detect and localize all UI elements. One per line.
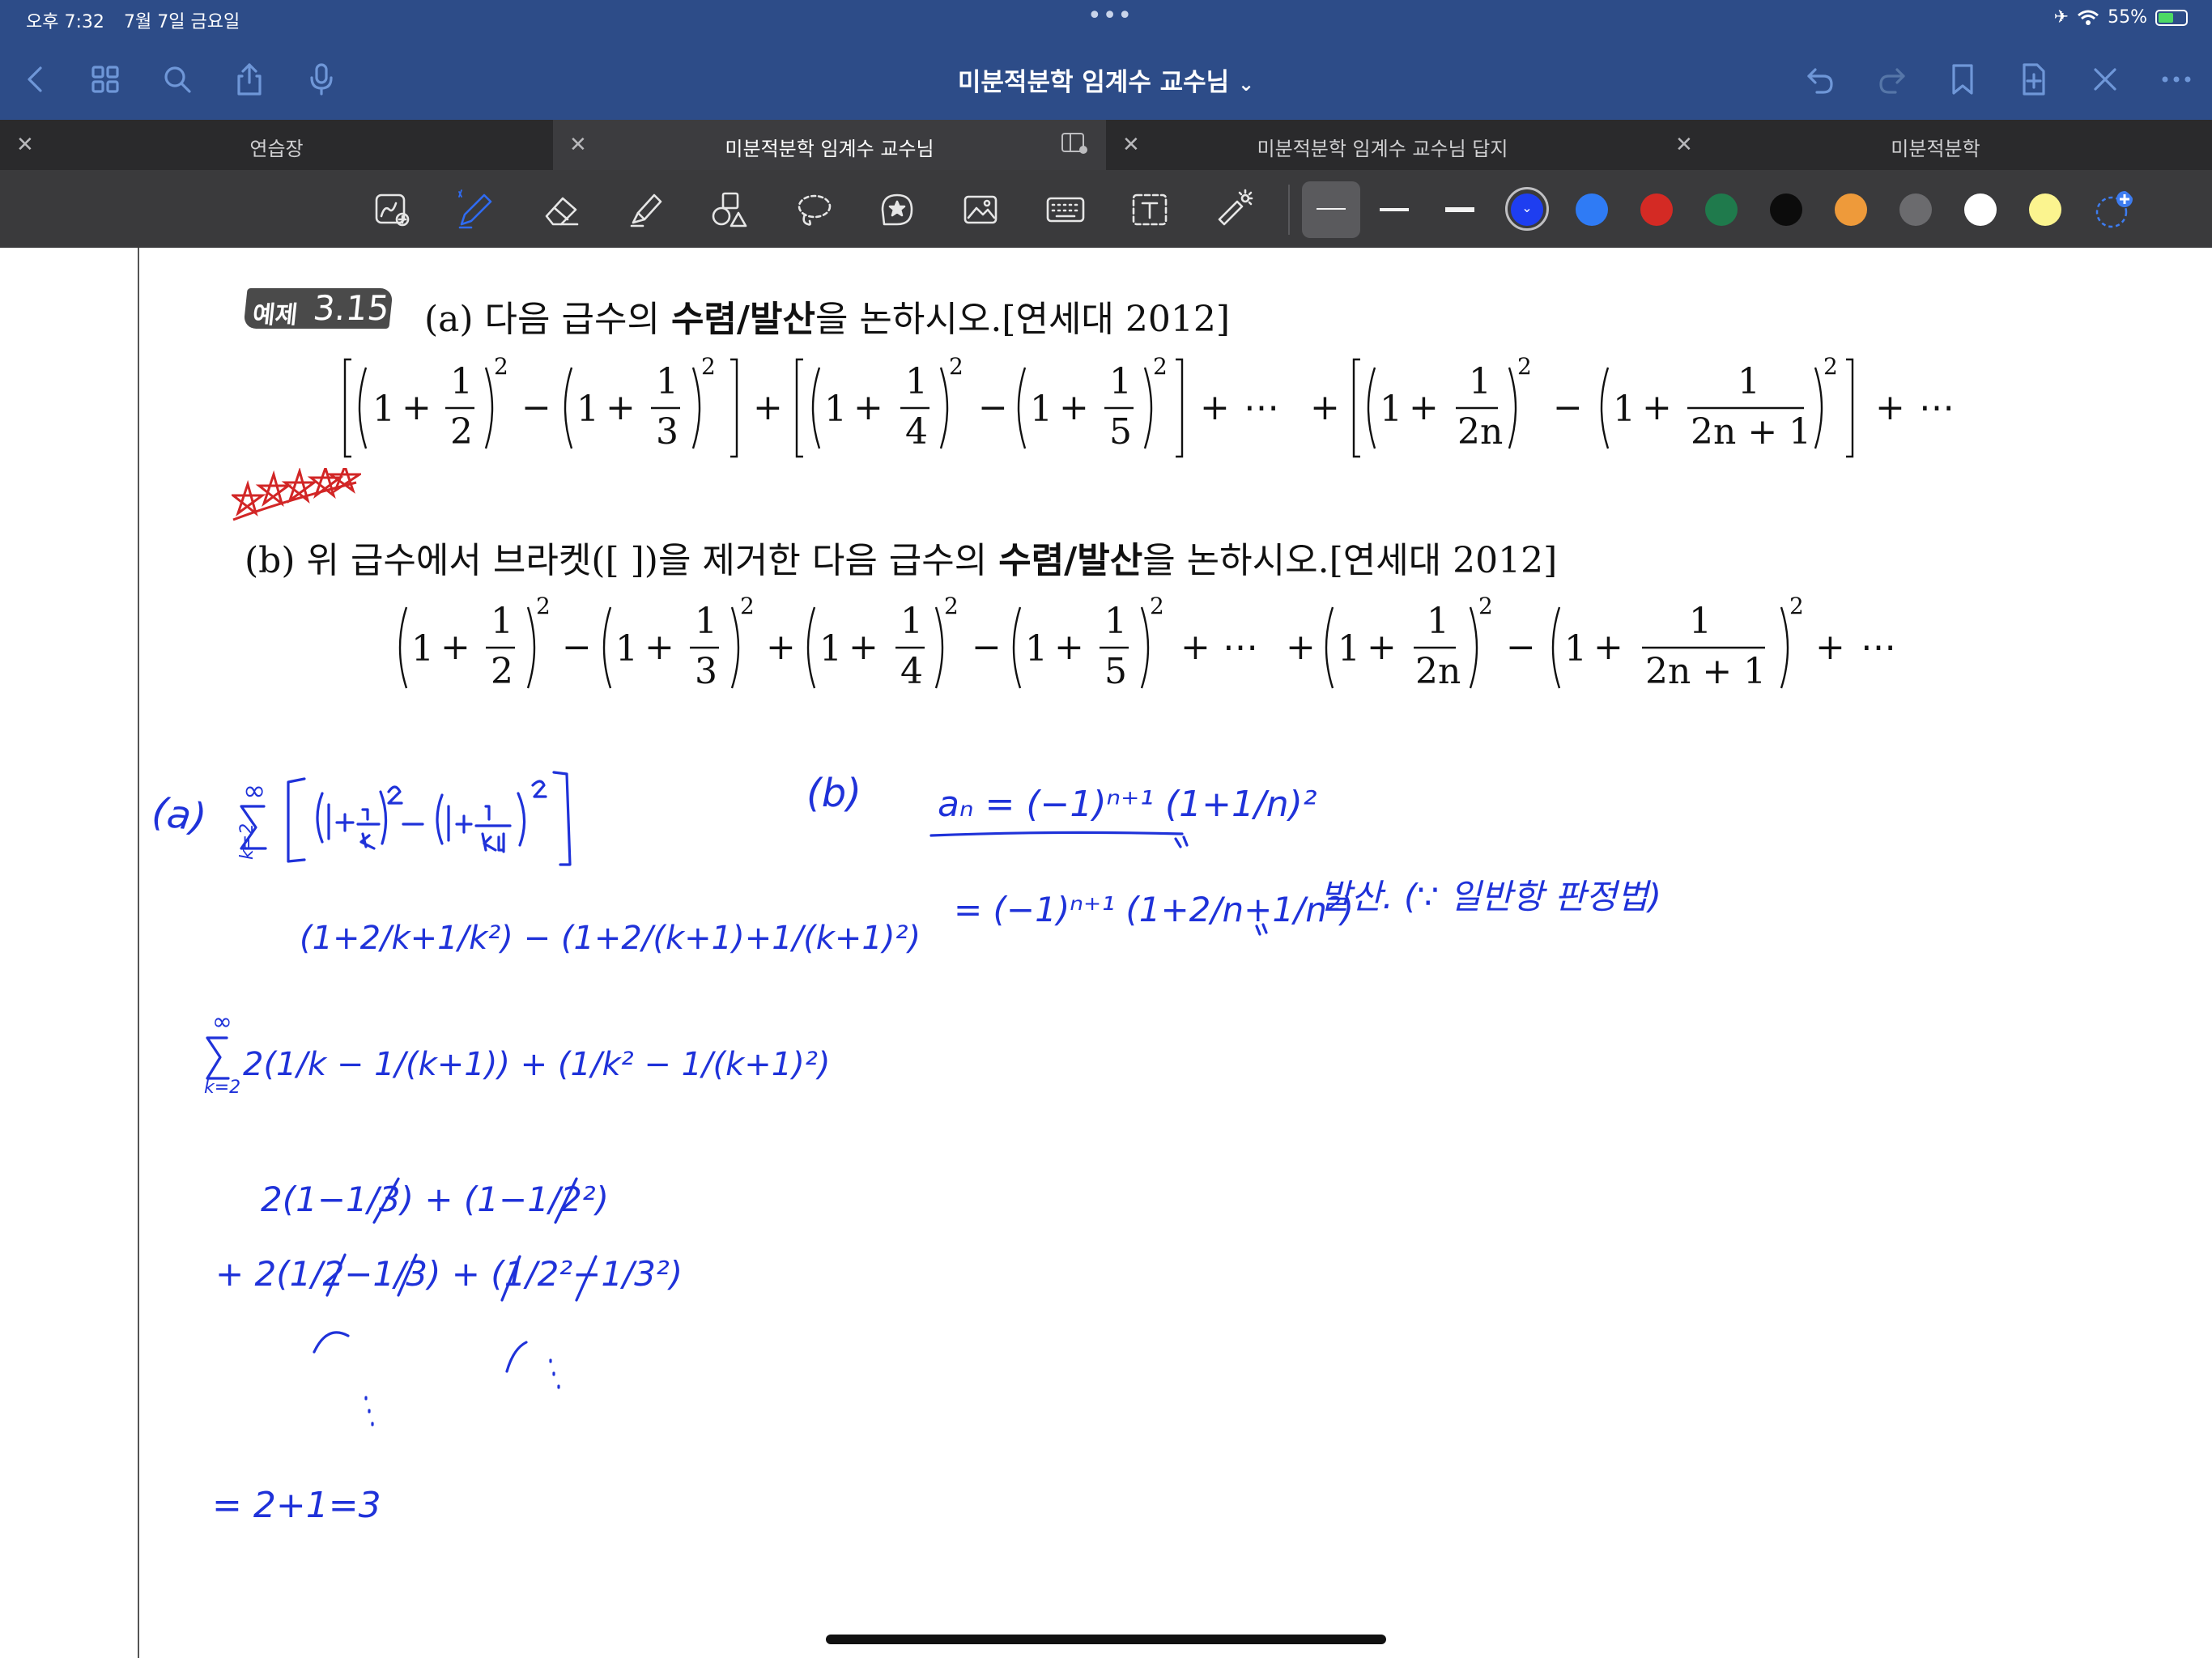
notebook-page[interactable]: 예제 3.15 (a) 다음 급수의 수렴/발산을 논하시오.[연세대 2012… [0,248,2212,1658]
tab-practice[interactable]: ✕ 연습장 [0,120,553,170]
stroke-width-thick[interactable] [1445,207,1474,212]
multitasking-dots-icon[interactable]: ••• [1087,2,1133,30]
handwritten-notes: (a) ∞ k=2 (1+2/k+1/k²) − (1+2/(k+1)+1/(k… [149,771,1661,1526]
text-icon[interactable] [1125,186,1174,233]
status-bar: 오후 7:32 7월 7일 금요일 ••• ✈ 55% [0,0,2212,39]
tab-label: 미분적분학 [1891,138,1980,160]
color-swatch-yellow[interactable] [2029,193,2061,226]
lasso-icon[interactable] [790,186,839,233]
eraser-icon[interactable] [537,186,585,233]
hw-bracket-left [287,777,306,863]
share-icon[interactable] [228,58,270,100]
hw-one-plus [436,793,473,845]
battery-icon [2155,9,2188,26]
color-swatch-orange[interactable] [1835,193,1867,226]
status-time: 오후 7:32 [26,12,104,32]
tab-bar: ✕ 연습장 ✕ 미분적분학 임계수 교수님 ✕ 미분적분학 임계수 교수님 답지… [0,120,2212,170]
toolbar-divider [1288,185,1290,235]
hw-sum-bottom: k=2 [237,823,257,860]
tab-label: 미분적분학 임계수 교수님 [725,138,934,160]
sticker-icon[interactable] [873,186,921,233]
stroke-sample [1317,208,1346,210]
shapes-icon[interactable] [705,186,754,233]
add-page-icon[interactable] [2013,58,2055,100]
hw-continuation [505,1341,528,1373]
hw-continuation [313,1331,350,1354]
hw-underline-mark [1174,835,1189,848]
color-swatch-blue-selected[interactable]: ⌄ [1511,193,1543,226]
laser-pointer-icon[interactable] [1210,186,1258,233]
hw-one-plus [327,803,355,840]
hw-paren [517,792,526,847]
hw-frac-1k [356,808,381,850]
hw-label-b: (b) [806,771,861,816]
wifi-icon [2078,10,2099,25]
status-date: 7월 7일 금요일 [124,12,240,32]
split-view-icon[interactable] [1061,131,1088,155]
back-icon[interactable] [15,58,57,100]
hw-a-line4: + 2(1/2−1/3) + (1/2²−1/3²) [215,1254,683,1294]
undo-icon[interactable] [1799,58,1841,100]
hw-sigma [206,1036,230,1080]
color-swatch-red[interactable] [1640,193,1673,226]
more-icon[interactable] [2155,58,2197,100]
hw-bracket-right [552,771,572,866]
image-icon[interactable] [957,186,1006,233]
search-icon[interactable] [156,58,198,100]
home-indicator[interactable] [826,1635,1386,1644]
hw-label-a: (a) [149,789,209,841]
grid-icon[interactable] [84,58,126,100]
hw-b-conclusion: 발산. (∵ 일반항 판정법) [1320,877,1661,916]
tab-label: 미분적분학 임계수 교수님 답지 [1257,138,1508,160]
color-swatch-light-blue[interactable] [1576,193,1608,226]
chevron-down-icon: ⌄ [1521,200,1533,215]
status-indicators: ✈ 55% [2054,7,2188,28]
hw-exp-2 [387,785,403,805]
tab-current-document[interactable]: ✕ 미분적분학 임계수 교수님 [553,120,1106,170]
hw-vertical-dots [549,1358,560,1389]
bookmark-icon[interactable] [1942,58,1984,100]
color-swatch-green[interactable] [1705,193,1738,226]
highlighter-icon[interactable] [622,186,670,233]
microphone-icon[interactable] [300,58,342,100]
image-lasso-icon[interactable] [368,186,417,233]
stroke-width-thin[interactable] [1302,181,1360,238]
keyboard-icon[interactable] [1041,186,1090,233]
hw-b-def: aₙ = (−1)ⁿ⁺¹ (1+1/n)² [938,784,1317,825]
hw-a-result: = 2+1=3 [212,1485,381,1526]
color-swatch-gray[interactable] [1899,193,1932,226]
battery-percentage: 55% [2108,7,2147,28]
document-title-text: 미분적분학 임계수 교수님 [957,68,1230,97]
color-swatch-black[interactable] [1770,193,1802,226]
add-color-icon[interactable] [2092,188,2136,232]
hw-a-line1: (1+2/k+1/k²) − (1+2/(k+1)+1/(k+1)²) [300,920,921,957]
redo-icon[interactable] [1871,58,1913,100]
close-icon[interactable] [2084,58,2126,100]
drawing-toolbar: ⌄ [0,170,2212,248]
hw-sum-top: ∞ [243,775,266,807]
document-title[interactable]: 미분적분학 임계수 교수님 ⌄ [958,68,1254,97]
chevron-down-icon: ⌄ [1238,73,1255,96]
hw-paren [379,790,388,845]
hw-b-expand: = (−1)ⁿ⁺¹ (1+2/n+1/n²) [954,890,1354,929]
stroke-width-medium[interactable] [1380,208,1409,211]
navigation-bar: 미분적분학 임계수 교수님 ⌄ [0,39,2212,120]
hw-a-line3: 2(1−1/3) + (1−1/2²) [261,1180,609,1219]
color-swatch-white[interactable] [1964,193,1997,226]
tab-calculus[interactable]: ✕ 미분적분학 [1659,120,2212,170]
tab-label: 연습장 [249,138,304,160]
hw-exp-2 [531,780,547,798]
tab-answer-key[interactable]: ✕ 미분적분학 임계수 교수님 답지 [1106,120,1659,170]
battery-fill [2159,12,2173,23]
hw-sum-bottom: k=2 [204,1078,240,1098]
hw-paren [316,792,324,844]
hw-vertical-dots [364,1396,374,1426]
hw-frac-1k1 [474,805,512,853]
airplane-mode-icon: ✈ [2053,7,2069,28]
hw-a-line2: 2(1/k − 1/(k+1)) + (1/k² − 1/(k+1)²) [243,1046,831,1083]
hw-sum-top: ∞ [212,1008,232,1036]
hw-underline [929,831,1184,837]
pen-icon[interactable] [452,186,500,233]
